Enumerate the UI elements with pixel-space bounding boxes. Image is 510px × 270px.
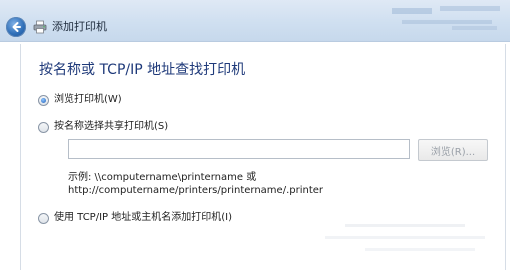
back-button[interactable] [6, 17, 26, 37]
option-add-by-tcpip-label: 使用 TCP/IP 地址或主机名添加打印机(I) [54, 212, 232, 223]
printer-icon [33, 20, 47, 34]
back-arrow-icon [12, 22, 21, 32]
option-select-shared-printer[interactable]: 按名称选择共享打印机(S) [38, 121, 168, 133]
content-panel: 按名称或 TCP/IP 地址查找打印机 浏览打印机(W) 按名称选择共享打印机(… [20, 44, 506, 270]
decorative-blur-graphic [392, 6, 500, 30]
window-title: 添加打印机 [52, 20, 107, 33]
add-printer-window: 添加打印机 按名称或 TCP/IP 地址查找打印机 浏览打印机(W) 按名称选择… [0, 0, 510, 270]
option-select-shared-printer-label: 按名称选择共享打印机(S) [54, 121, 169, 132]
option-browse-printers[interactable]: 浏览打印机(W) [38, 94, 122, 106]
shared-printer-name-input[interactable] [68, 139, 410, 159]
radio-browse-printers[interactable] [38, 94, 49, 106]
option-browse-printers-label: 浏览打印机(W) [54, 94, 122, 105]
page-heading: 按名称或 TCP/IP 地址查找打印机 [39, 62, 246, 78]
browse-button[interactable]: 浏览(R)... [418, 139, 488, 161]
radio-add-by-tcpip[interactable] [38, 212, 49, 224]
radio-select-shared-printer[interactable] [38, 121, 49, 133]
option-add-by-tcpip[interactable]: 使用 TCP/IP 地址或主机名添加打印机(I) [38, 212, 232, 224]
example-text-line2: http://computername/printers/printername… [68, 185, 324, 196]
example-text-line1: 示例: \\computername\printername 或 [68, 172, 257, 183]
decorative-watermark [325, 224, 485, 251]
title-bar: 添加打印机 [0, 0, 510, 42]
